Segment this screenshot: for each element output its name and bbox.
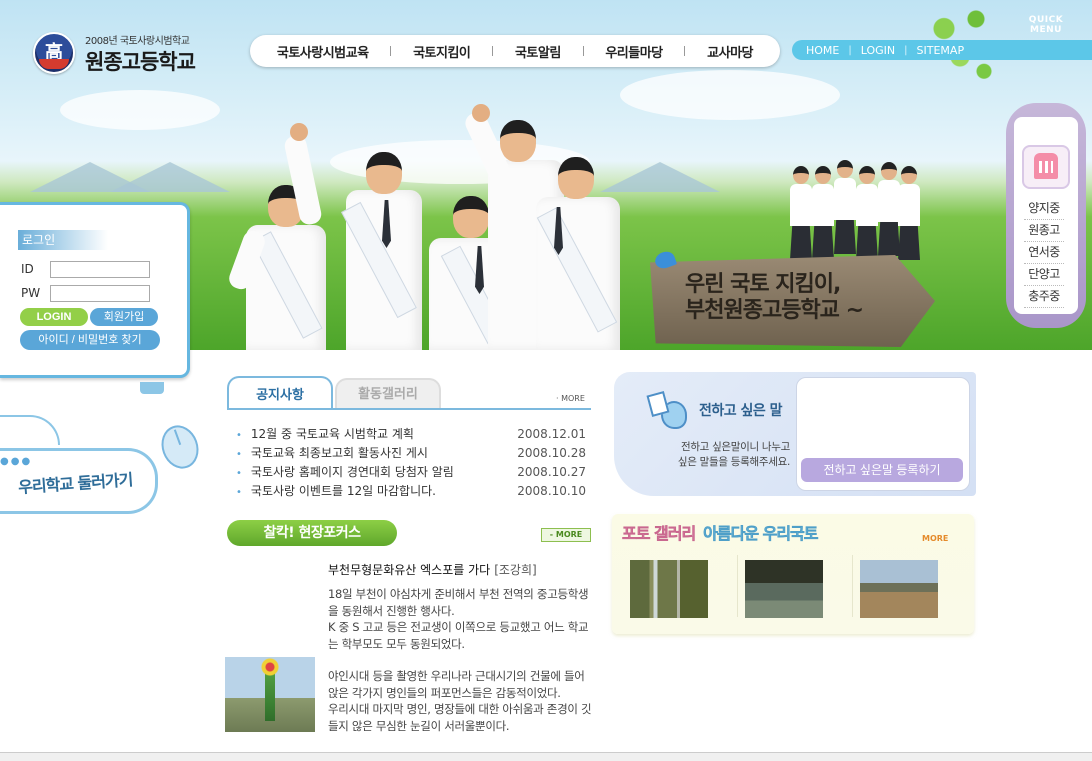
quick-item-yeonseo[interactable]: 연서중	[1024, 242, 1064, 264]
tab-notice[interactable]: 공지사항	[227, 376, 333, 410]
nav-divider	[684, 46, 686, 56]
school-emblem-icon: 高	[33, 32, 75, 74]
nav-divider	[390, 46, 392, 56]
message-title: 전하고 싶은 말	[699, 403, 783, 419]
nav-item-teachers[interactable]: 교사마당	[695, 42, 765, 61]
notice-list: 12월 중 국토교육 시범학교 계획 2008.12.01 국토교육 최종보고회 …	[236, 424, 592, 500]
horizontal-scrollbar[interactable]	[0, 752, 1092, 761]
notice-title[interactable]: 국토교육 최종보고회 활동사진 게시	[236, 444, 428, 461]
article-photo[interactable]	[225, 657, 315, 732]
notice-date: 2008.10.28	[517, 445, 586, 460]
quick-item-danyang[interactable]: 단양고	[1024, 264, 1064, 286]
tab-divider	[227, 408, 591, 410]
quick-menu-title-line: MENU	[1030, 25, 1062, 35]
utility-links: HOME | LOGIN | SITEMAP	[792, 40, 1092, 60]
gallery-title-land: 아름다운 우리국토	[703, 524, 819, 544]
tour-decoration-line	[0, 415, 60, 445]
nav-divider	[492, 46, 494, 56]
gallery-thumbnail-village[interactable]	[860, 560, 938, 618]
gallery-more-link[interactable]: MORE	[922, 534, 948, 543]
quick-menu-title-line: QUICK	[1028, 15, 1064, 25]
backpack-icon[interactable]	[1022, 145, 1070, 189]
gallery-thumbnail-waterfall[interactable]	[630, 560, 708, 618]
gallery-title-photo: 포토 갤러리	[622, 524, 697, 544]
nav-item-education[interactable]: 국토사랑시범교육	[265, 42, 381, 61]
notice-date: 2008.10.27	[517, 464, 586, 479]
mountain	[110, 162, 230, 192]
list-item: 국토사랑 홈페이지 경연대회 당첨자 알림 2008.10.27	[236, 462, 592, 481]
signboard-line: 부천원종고등학교 ~	[685, 298, 864, 323]
list-item: 국토교육 최종보고회 활동사진 게시 2008.10.28	[236, 443, 592, 462]
student-figure	[528, 135, 628, 350]
quick-item-chungju[interactable]: 충주중	[1024, 286, 1064, 308]
notice-more-link[interactable]: · MORE	[556, 394, 585, 403]
photo-gallery-title: 포토 갤러리 아름다운 우리국토	[622, 520, 819, 544]
bird-letter-icon	[647, 393, 687, 429]
nav-item-notice[interactable]: 국토알림	[503, 42, 573, 61]
login-title: 로그인	[18, 230, 108, 250]
message-description: 전하고 싶은말이니 나누고 싶은 말들을 등록해주세요.	[650, 440, 790, 470]
notice-title[interactable]: 국토사랑 이벤트를 12일 마감합니다.	[236, 482, 436, 499]
gallery-divider	[852, 555, 853, 617]
pw-input[interactable]	[50, 285, 150, 302]
main-navigation: 국토사랑시범교육 국토지킴이 국토알림 우리들마당 교사마당	[250, 35, 780, 67]
signboard-line: 우린 국토 지킴이,	[685, 272, 841, 297]
sitemap-link[interactable]: SITEMAP	[917, 44, 965, 57]
notice-title[interactable]: 12월 중 국토교육 시범학교 계획	[236, 425, 414, 442]
nav-item-guardians[interactable]: 국토지킴이	[401, 42, 482, 61]
join-button[interactable]: 회원가입	[90, 308, 158, 326]
student-arm	[282, 115, 336, 350]
quick-menu-title: QUICK MENU	[1006, 15, 1086, 35]
notice-title[interactable]: 국토사랑 홈페이지 경연대회 당첨자 알림	[236, 463, 454, 480]
article-paragraph: 18일 부천이 야심차게 준비해서 부천 전역의 중고등학생을 동원해서 진행한…	[328, 587, 589, 618]
notice-date: 2008.10.10	[517, 483, 586, 498]
girls-group-photo	[790, 140, 920, 260]
id-label: ID	[21, 262, 34, 276]
logo-subtitle: 2008년 국토사랑시범학교	[85, 36, 190, 47]
mouse-icon	[155, 420, 205, 474]
student-figure	[338, 130, 428, 350]
article-title-text[interactable]: 부천무형문화유산 엑스포를 가다	[328, 563, 490, 577]
util-divider: |	[904, 44, 908, 56]
cloud	[60, 90, 220, 130]
id-input[interactable]	[50, 261, 150, 278]
login-button[interactable]: LOGIN	[20, 308, 88, 326]
util-divider: |	[848, 44, 852, 56]
message-description-line: 전하고 싶은말이니 나누고	[680, 441, 790, 453]
nav-divider	[582, 46, 584, 56]
pw-label: PW	[21, 286, 41, 300]
login-panel-tab	[140, 382, 164, 394]
list-item: 12월 중 국토교육 시범학교 계획 2008.12.01	[236, 424, 592, 443]
field-focus-title: 찰칵! 현장포커스	[227, 520, 397, 546]
tab-gallery[interactable]: 활동갤러리	[335, 378, 441, 408]
find-account-button[interactable]: 아이디 / 비밀번호 찾기	[20, 330, 160, 350]
message-description-line: 싶은 말들을 등록해주세요.	[677, 456, 790, 468]
article-paragraph: 야인시대 등을 촬영한 우리나라 근대시기의 건물에 들어앉은 각가지 명인들의…	[328, 669, 585, 700]
focus-more-button[interactable]: - MORE	[541, 528, 591, 542]
login-link[interactable]: LOGIN	[861, 44, 895, 57]
cloud	[620, 70, 840, 120]
list-item: 국토사랑 이벤트를 12일 마감합니다. 2008.10.10	[236, 481, 592, 500]
students-photo	[226, 100, 628, 350]
quick-item-wonjong[interactable]: 원종고	[1024, 220, 1064, 242]
submit-message-button[interactable]: 전하고 싶은말 등록하기	[801, 458, 963, 482]
signboard-text: 우린 국토 지킴이, 부천원종고등학교 ~	[685, 272, 925, 324]
quick-item-yangji[interactable]: 양지중	[1024, 198, 1064, 220]
gallery-divider	[737, 555, 738, 617]
nav-item-community[interactable]: 우리들마당	[593, 42, 674, 61]
home-link[interactable]: HOME	[806, 44, 839, 57]
school-name: 원종고등학교	[85, 50, 196, 74]
article-paragraph: K 중 S 고교 등은 전교생이 이쪽으로 등교했고 어느 학교는 학부모도 모…	[328, 620, 589, 651]
tour-dots-decoration: ●●●	[0, 456, 33, 467]
article-paragraph: 우리시대 마지막 명인, 명장들에 대한 아쉬움과 존경이 깃들지 않은 무심한…	[328, 702, 592, 733]
article-body: 18일 부천이 야심차게 준비해서 부천 전역의 중고등학생을 동원해서 진행한…	[328, 586, 594, 734]
article-title[interactable]: 부천무형문화유산 엑스포를 가다 [조강희]	[328, 561, 537, 578]
school-logo[interactable]: 高 2008년 국토사랑시범학교 원종고등학교	[33, 32, 203, 76]
gallery-thumbnail-cliff[interactable]	[745, 560, 823, 618]
quick-menu-list: 양지중 원종고 연서중 단양고 충주중	[1024, 198, 1076, 308]
notice-date: 2008.12.01	[517, 426, 586, 441]
article-author: [조강희]	[494, 563, 537, 577]
